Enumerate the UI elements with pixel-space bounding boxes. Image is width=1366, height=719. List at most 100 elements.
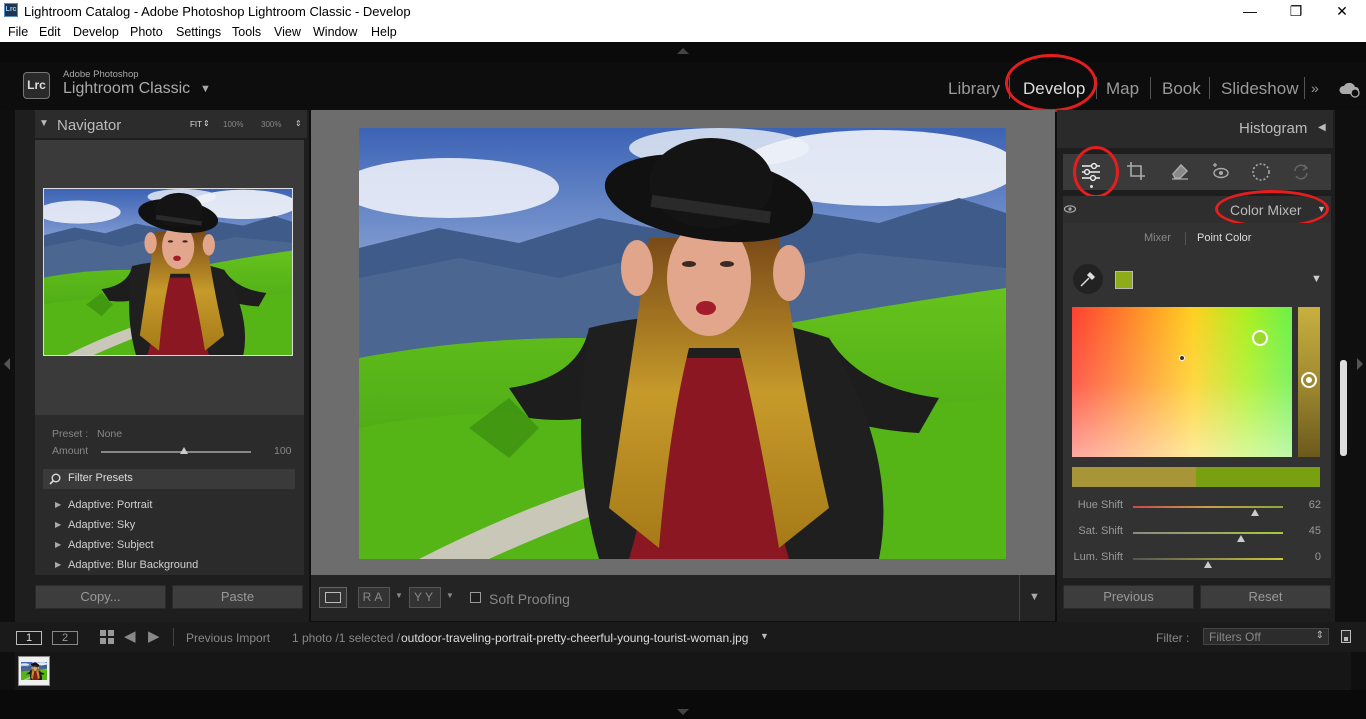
previous-button[interactable]: Previous — [1063, 585, 1194, 609]
lum-shift-value[interactable]: 0 — [1291, 551, 1321, 563]
filter-select[interactable]: Filters Off ⇕ — [1203, 628, 1329, 645]
collapse-down-icon[interactable] — [677, 709, 689, 715]
color-sampler-button[interactable] — [1073, 264, 1103, 294]
hue-saturation-field[interactable] — [1072, 307, 1292, 457]
sat-shift-value[interactable]: 45 — [1291, 525, 1321, 537]
preset-group[interactable]: ▶ Adaptive: Subject — [35, 539, 304, 555]
menu-tools[interactable]: Tools — [232, 25, 261, 39]
luminance-handle[interactable] — [1301, 372, 1317, 388]
filename-dropdown-icon[interactable]: ▼ — [760, 631, 769, 641]
filename[interactable]: outdoor-traveling-portrait-pretty-cheerf… — [401, 631, 748, 645]
navigator-preview-area[interactable] — [35, 140, 304, 418]
zoom-fit[interactable]: FIT — [190, 120, 202, 129]
expand-triangle-icon[interactable]: ▶ — [55, 520, 61, 529]
tab-mixer[interactable]: Mixer — [1144, 232, 1171, 244]
top-panel-toggle-strip[interactable] — [0, 42, 1366, 62]
picked-color-handle[interactable] — [1252, 330, 1268, 346]
menu-window[interactable]: Window — [313, 25, 357, 39]
tab-point-color[interactable]: Point Color — [1197, 232, 1251, 244]
selected-color-swatch[interactable] — [1115, 271, 1133, 289]
hue-shift-thumb[interactable] — [1250, 509, 1259, 516]
menu-file[interactable]: File — [8, 25, 28, 39]
secondary-window-button[interactable]: 2 — [52, 631, 78, 645]
bottom-panel-toggle-strip[interactable] — [0, 690, 1366, 719]
module-map[interactable]: Map — [1106, 79, 1139, 99]
menu-edit[interactable]: Edit — [39, 25, 61, 39]
zoom-100[interactable]: 100% — [223, 120, 243, 129]
copy-button[interactable]: Copy... — [35, 585, 166, 609]
before-after-swap-button[interactable]: YY — [409, 587, 441, 608]
preset-value: None — [97, 428, 123, 440]
filter-stepper-icon[interactable]: ⇕ — [1316, 630, 1324, 641]
identity-dropdown-icon[interactable]: ▼ — [200, 83, 211, 95]
preset-group[interactable]: ▶ Adaptive: Portrait — [35, 499, 304, 515]
source-label[interactable]: Previous Import — [186, 631, 270, 645]
before-after-left-right-button[interactable]: RA — [358, 587, 390, 608]
close-button[interactable]: ✕ — [1319, 0, 1365, 22]
sat-shift-slider[interactable] — [1133, 532, 1283, 542]
menu-develop[interactable]: Develop — [73, 25, 119, 39]
reset-button[interactable]: Reset — [1200, 585, 1331, 609]
menu-photo[interactable]: Photo — [130, 25, 163, 39]
healing-eraser-icon[interactable] — [1170, 162, 1190, 180]
back-arrow-icon[interactable]: ◀ — [124, 627, 136, 645]
filter-presets-input[interactable]: Filter Presets — [43, 469, 295, 489]
sampled-point-marker[interactable] — [1179, 355, 1185, 361]
right-panel-toggle-icon[interactable] — [1357, 358, 1363, 370]
amount-slider[interactable] — [101, 447, 251, 454]
module-library[interactable]: Library — [948, 79, 1000, 99]
more-modules-icon[interactable]: » — [1311, 80, 1319, 96]
collapse-triangle-icon[interactable]: ▼ — [39, 118, 49, 129]
soft-proofing-checkbox[interactable] — [470, 592, 481, 603]
expand-triangle-icon[interactable]: ▶ — [55, 500, 61, 509]
zoom-300[interactable]: 300% — [261, 120, 281, 129]
crop-icon[interactable] — [1126, 161, 1146, 181]
grid-view-icon[interactable] — [99, 629, 115, 645]
navigator-header[interactable]: ▼ Navigator FIT ⇕ 100% 300% ⇕ — [35, 110, 307, 138]
paste-button[interactable]: Paste — [172, 585, 303, 609]
swatch-dropdown-icon[interactable]: ▼ — [1311, 273, 1322, 285]
left-panel-toggle-icon[interactable] — [4, 358, 10, 370]
collapse-left-icon[interactable]: ◀ — [1318, 122, 1326, 133]
dropdown-icon[interactable]: ▼ — [395, 591, 403, 600]
masking-icon[interactable] — [1250, 161, 1272, 183]
menu-view[interactable]: View — [274, 25, 301, 39]
red-eye-icon[interactable] — [1211, 161, 1231, 181]
expand-triangle-icon[interactable]: ▶ — [55, 560, 61, 569]
module-slideshow[interactable]: Slideshow — [1221, 79, 1299, 99]
hue-shift-value[interactable]: 62 — [1291, 499, 1321, 511]
main-image-area[interactable] — [311, 110, 1055, 575]
histogram-header[interactable]: Histogram ◀ — [1057, 110, 1333, 148]
hue-shift-slider[interactable] — [1133, 506, 1283, 516]
minimize-button[interactable]: — — [1227, 0, 1273, 22]
sat-shift-thumb[interactable] — [1237, 535, 1245, 542]
dropdown-icon[interactable]: ▼ — [446, 591, 454, 600]
sync-icon[interactable] — [1291, 162, 1311, 182]
lum-shift-thumb[interactable] — [1204, 561, 1212, 568]
zoom-stepper-icon[interactable]: ⇕ — [295, 119, 302, 128]
preset-group[interactable]: ▶ Adaptive: Blur Background — [35, 559, 304, 575]
right-panel-scrollbar[interactable] — [1340, 360, 1347, 456]
maximize-button[interactable]: ❐ — [1273, 0, 1319, 22]
loupe-view-button[interactable] — [319, 587, 347, 608]
navigator-thumbnail[interactable] — [36, 188, 297, 356]
preset-group[interactable]: ▶ Adaptive: Sky — [35, 519, 304, 535]
menu-settings[interactable]: Settings — [176, 25, 221, 39]
lum-shift-slider[interactable] — [1133, 558, 1283, 568]
luminance-range-bar[interactable] — [1298, 307, 1320, 457]
amount-slider-thumb[interactable] — [179, 447, 188, 454]
filmstrip-thumbnail[interactable] — [18, 656, 50, 686]
module-book[interactable]: Book — [1162, 79, 1201, 99]
toolbar-menu-icon[interactable]: ▼ — [1029, 591, 1040, 603]
photo-count: 1 photo /1 selected / — [292, 631, 401, 645]
cloud-sync-icon[interactable] — [1338, 80, 1362, 98]
main-window-button[interactable]: 1 — [16, 631, 42, 645]
eye-visibility-icon[interactable] — [1063, 204, 1077, 214]
zoom-fit-stepper-icon[interactable]: ⇕ — [203, 119, 210, 128]
collapse-up-icon[interactable] — [677, 48, 689, 54]
menu-help[interactable]: Help — [371, 25, 397, 39]
filter-lock-icon[interactable] — [1341, 630, 1351, 643]
forward-arrow-icon[interactable]: ▶ — [148, 627, 160, 645]
main-photo[interactable] — [359, 128, 1006, 559]
expand-triangle-icon[interactable]: ▶ — [55, 540, 61, 549]
